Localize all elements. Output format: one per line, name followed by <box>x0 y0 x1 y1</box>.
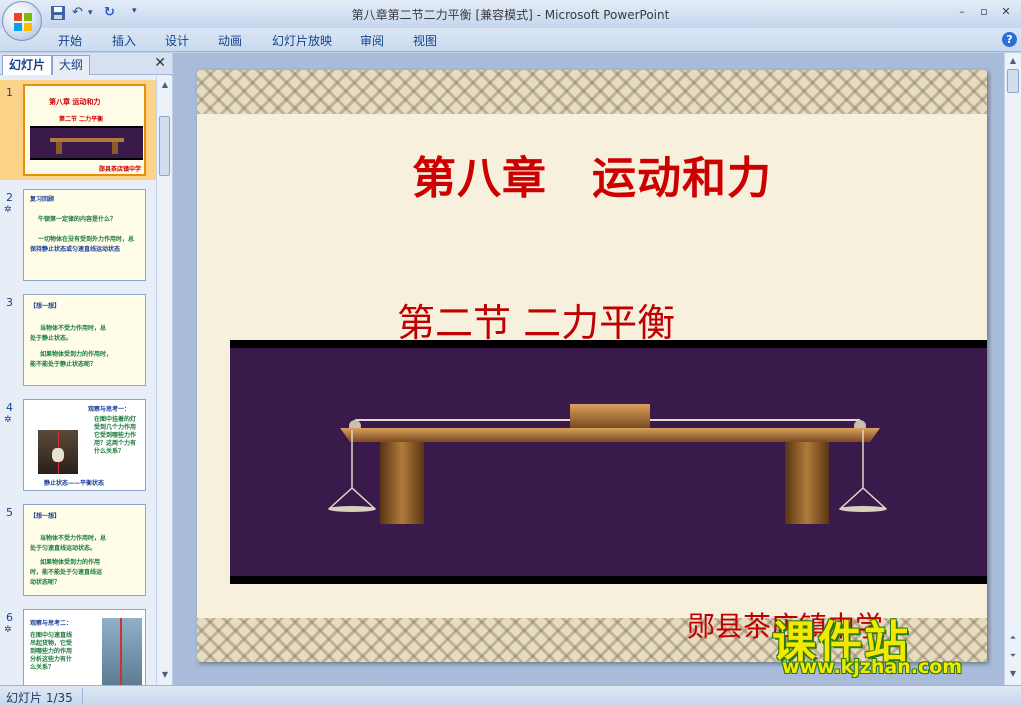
thumb-line: 【想一想】 <box>30 513 61 520</box>
thumb-line: 受到几个力作用 <box>94 424 137 431</box>
previous-slide-icon[interactable]: ⏶ <box>1006 631 1020 645</box>
thumb-preview[interactable]: 【想一想】 当物体不受力作用时，总 处于静止状态。 如果物体受到力的作用时， 能… <box>23 294 146 386</box>
thumb-line: 动状态呢？ <box>30 579 61 586</box>
scroll-up-icon[interactable]: ▲ <box>1006 54 1020 68</box>
slides-panel: 幻灯片 大纲 ✕ 1 第八章 运动和力 第二节 二力平衡 郧县茶店镇中学 2 ✲ <box>0 53 172 685</box>
thumb-line: 它受到哪些力作 <box>94 432 137 439</box>
thumb-line: 第八章 运动和力 <box>49 98 101 106</box>
scroll-up-icon[interactable]: ▲ <box>158 78 172 92</box>
watermark-logo: 课件站 www.kjzhan.com <box>772 606 1004 686</box>
thumb-line: 第二节 二力平衡 <box>59 116 104 123</box>
thumbnail-slide-6[interactable]: 6 ✲ 观察与思考二： 在图中匀速直线 吊起货物，它受 到哪些力的作用 分析这些… <box>0 605 156 685</box>
panel-close-icon[interactable]: ✕ <box>154 55 166 71</box>
thumb-line: 观察与思考二： <box>30 620 73 627</box>
thumb-line: 当物体不受力作用时，总 <box>40 535 107 542</box>
animation-star-icon: ✲ <box>4 205 12 215</box>
thumbnail-slide-4[interactable]: 4 ✲ 观察与思考一： 在图中挂着的灯 受到几个力作用 它受到哪些力作 用？这两… <box>0 395 156 495</box>
thumb-line: 牛顿第一定律的内容是什么？ <box>38 216 117 223</box>
office-button[interactable] <box>2 1 42 41</box>
thumb-preview[interactable]: 观察与思考二： 在图中匀速直线 吊起货物，它受 到哪些力的作用 分析这些力有什 … <box>23 609 146 685</box>
balance-scale-image <box>230 348 987 576</box>
scroll-thumb[interactable] <box>159 116 170 176</box>
thumb-line: 保持静止状态或匀速直线运动状态 <box>30 246 121 253</box>
thumb-line: 分析这些力有什 <box>30 656 73 663</box>
thumb-line: 【想一想】 <box>30 303 61 310</box>
title-bar: ↶ ▾ ↻ ▾ 第八章第二节二力平衡 [兼容模式] - Microsoft Po… <box>0 0 1021 28</box>
thumb-line: 复习回顾 <box>30 196 55 203</box>
thumb-preview[interactable]: 观察与思考一： 在图中挂着的灯 受到几个力作用 它受到哪些力作 用？这两个力有 … <box>23 399 146 491</box>
thumb-line: 用？这两个力有 <box>94 440 137 447</box>
thumb-number: 6 <box>6 611 13 624</box>
status-bar: 幻灯片 1/35 <box>0 685 1021 706</box>
window-title: 第八章第二节二力平衡 [兼容模式] - Microsoft PowerPoint <box>351 8 670 22</box>
tab-home[interactable]: 开始 <box>58 32 82 49</box>
tab-outline[interactable]: 大纲 <box>52 55 91 75</box>
office-logo-icon <box>14 13 32 31</box>
panel-tabs: 幻灯片 大纲 ✕ <box>0 53 172 75</box>
thumbnail-slide-3[interactable]: 3 【想一想】 当物体不受力作用时，总 处于静止状态。 如果物体受到力的作用时，… <box>0 290 156 390</box>
status-divider <box>82 688 83 704</box>
ribbon-tabs: 开始 插入 设计 动画 幻灯片放映 审阅 视图 ? <box>0 28 1021 52</box>
thumb-line: 么关系？ <box>30 664 55 671</box>
thumb-image <box>30 126 143 160</box>
restore-button[interactable]: ▫ <box>974 4 994 20</box>
tab-slides[interactable]: 幻灯片 <box>2 55 53 75</box>
balance-illustration[interactable] <box>230 340 987 584</box>
thumb-line: 观察与思考一： <box>88 406 131 413</box>
animation-star-icon: ✲ <box>4 625 12 635</box>
decorative-border-top <box>197 70 987 114</box>
scroll-down-icon[interactable]: ▼ <box>1006 667 1020 681</box>
thumb-preview[interactable]: 第八章 运动和力 第二节 二力平衡 郧县茶店镇中学 <box>23 84 146 176</box>
thumbnail-list: 1 第八章 运动和力 第二节 二力平衡 郧县茶店镇中学 2 ✲ 复习回顾 牛顿第… <box>0 76 156 685</box>
tab-animation[interactable]: 动画 <box>218 32 242 49</box>
scroll-down-icon[interactable]: ▼ <box>158 668 172 682</box>
thumb-number: 2 <box>6 191 13 204</box>
scroll-thumb[interactable] <box>1007 69 1019 93</box>
tab-slideshow[interactable]: 幻灯片放映 <box>272 32 332 49</box>
slide-subtitle[interactable]: 第二节 二力平衡 <box>397 292 675 347</box>
watermark-url: www.kjzhan.com <box>782 656 963 678</box>
close-button[interactable]: ✕ <box>996 4 1016 20</box>
slide-canvas[interactable]: 第八章 运动和力 第二节 二力平衡 郧县茶店镇中学 <box>197 70 987 662</box>
thumb-line: 在图中匀速直线 <box>30 632 73 639</box>
thumb-line: 在图中挂着的灯 <box>94 416 137 423</box>
tab-insert[interactable]: 插入 <box>112 32 136 49</box>
thumb-line: 处于匀速直线运动状态。 <box>30 545 97 552</box>
thumb-number: 4 <box>6 401 13 414</box>
thumb-line: 如果物体受到力的作用 <box>40 559 101 566</box>
thumb-line: 时，能不能处于匀速直线运 <box>30 569 103 576</box>
tab-review[interactable]: 审阅 <box>360 32 384 49</box>
thumb-footer: 郧县茶店镇中学 <box>99 166 142 173</box>
minimize-button[interactable]: – <box>952 4 972 20</box>
thumb-line: 当物体不受力作用时，总 <box>40 325 107 332</box>
thumbnail-slide-5[interactable]: 5 【想一想】 当物体不受力作用时，总 处于匀速直线运动状态。 如果物体受到力的… <box>0 500 156 600</box>
thumbnail-scrollbar[interactable]: ▲ ▼ <box>156 76 172 685</box>
help-icon[interactable]: ? <box>1002 32 1017 47</box>
thumb-line: 吊起货物，它受 <box>30 640 73 647</box>
slide-indicator: 幻灯片 1/35 <box>6 691 73 705</box>
thumb-number: 5 <box>6 506 13 519</box>
next-slide-icon[interactable]: ⏷ <box>1006 649 1020 663</box>
thumb-line: 能不能处于静止状态呢？ <box>30 361 97 368</box>
slide-title[interactable]: 第八章 运动和力 <box>197 142 987 206</box>
thumb-line: 什么关系？ <box>94 448 125 455</box>
thumb-line: 如果物体受到力的作用时， <box>40 351 113 358</box>
thumb-preview[interactable]: 【想一想】 当物体不受力作用时，总 处于匀速直线运动状态。 如果物体受到力的作用… <box>23 504 146 596</box>
thumb-photo <box>38 430 78 474</box>
thumb-line: 一切物体在没有受到外力作用时，总 <box>38 236 135 243</box>
thumb-number: 3 <box>6 296 13 309</box>
tab-design[interactable]: 设计 <box>165 32 189 49</box>
thumb-line: 到哪些力的作用 <box>30 648 73 655</box>
thumb-footer: 静止状态——平衡状态 <box>44 480 105 487</box>
thumb-preview[interactable]: 复习回顾 牛顿第一定律的内容是什么？ 一切物体在没有受到外力作用时，总 保持静止… <box>23 189 146 281</box>
thumb-photo <box>102 618 142 685</box>
slide-editing-area: 第八章 运动和力 第二节 二力平衡 郧县茶店镇中学 <box>173 53 1004 685</box>
thumbnail-slide-2[interactable]: 2 ✲ 复习回顾 牛顿第一定律的内容是什么？ 一切物体在没有受到外力作用时，总 … <box>0 185 156 285</box>
thumb-number: 1 <box>6 86 13 99</box>
thumbnail-slide-1[interactable]: 1 第八章 运动和力 第二节 二力平衡 郧县茶店镇中学 <box>0 80 156 180</box>
tab-view[interactable]: 视图 <box>413 32 437 49</box>
animation-star-icon: ✲ <box>4 415 12 425</box>
slide-scrollbar[interactable]: ▲ ⏶ ⏷ ▼ <box>1004 53 1021 685</box>
thumb-line: 处于静止状态。 <box>30 335 73 342</box>
